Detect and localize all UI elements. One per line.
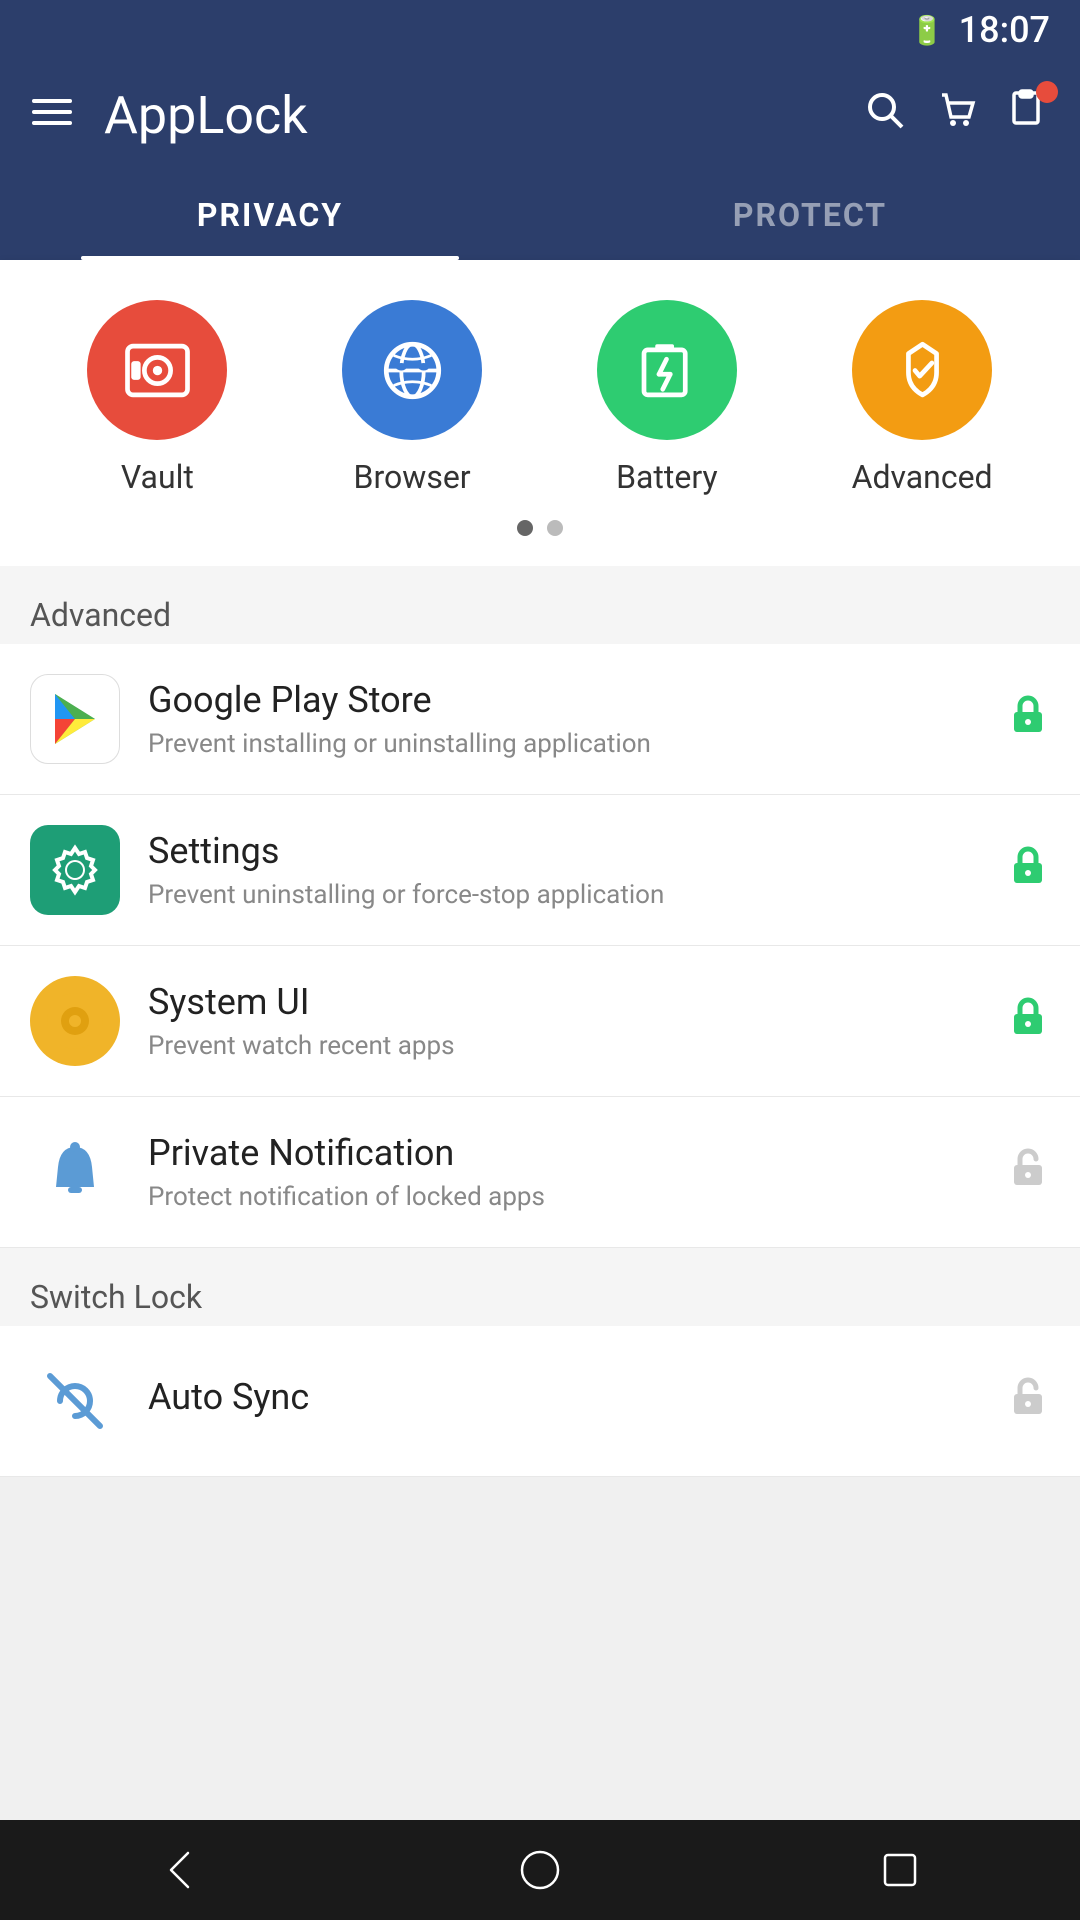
notification-badge: [1036, 81, 1058, 103]
tab-privacy[interactable]: PRIVACY: [0, 170, 540, 260]
system-ui-text: System UI Prevent watch recent apps: [148, 981, 978, 1061]
list-item-private-notification[interactable]: Private Notification Protect notificatio…: [0, 1097, 1080, 1248]
nav-back-button[interactable]: [130, 1820, 230, 1920]
play-store-subtitle: Prevent installing or uninstalling appli…: [148, 729, 978, 759]
browser-card-icon: [342, 300, 482, 440]
tab-protect[interactable]: PROTECT: [540, 170, 1080, 260]
list-item-auto-sync[interactable]: Auto Sync: [0, 1326, 1080, 1477]
play-store-text: Google Play Store Prevent installing or …: [148, 679, 978, 759]
auto-sync-lock-icon[interactable]: [1006, 1374, 1050, 1429]
nav-home-button[interactable]: [490, 1820, 590, 1920]
vault-card-icon: [87, 300, 227, 440]
tab-bar: PRIVACY PROTECT: [0, 170, 1080, 260]
switch-lock-list: Auto Sync: [0, 1326, 1080, 1477]
play-store-lock-icon[interactable]: [1006, 692, 1050, 747]
private-notification-lock-icon[interactable]: [1006, 1145, 1050, 1200]
advanced-list: Google Play Store Prevent installing or …: [0, 644, 1080, 1248]
cart-icon[interactable]: [936, 89, 978, 142]
auto-sync-icon: [30, 1356, 120, 1446]
advanced-label: Advanced: [852, 458, 993, 496]
bottom-navigation: [0, 1820, 1080, 1920]
private-notification-text: Private Notification Protect notificatio…: [148, 1132, 978, 1212]
app-header: AppLock: [0, 60, 1080, 170]
private-notification-title: Private Notification: [148, 1132, 978, 1174]
header-actions: [864, 89, 1050, 142]
play-store-title: Google Play Store: [148, 679, 978, 721]
system-ui-icon: [30, 976, 120, 1066]
auto-sync-text: Auto Sync: [148, 1376, 978, 1426]
system-ui-subtitle: Prevent watch recent apps: [148, 1031, 978, 1061]
app-title: AppLock: [104, 85, 834, 146]
feature-cards-container: Vault Browser: [0, 260, 1080, 566]
vault-label: Vault: [121, 458, 194, 496]
browser-label: Browser: [354, 458, 471, 496]
notification-icon: [30, 1127, 120, 1217]
status-bar: 🔋 18:07: [0, 0, 1080, 60]
search-icon[interactable]: [864, 89, 906, 142]
settings-text: Settings Prevent uninstalling or force-s…: [148, 830, 978, 910]
advanced-section-label: Advanced: [0, 566, 1080, 644]
status-icons: 🔋 18:07: [910, 9, 1050, 51]
profile-icon[interactable]: [1008, 89, 1050, 142]
list-item-google-play-store[interactable]: Google Play Store Prevent installing or …: [0, 644, 1080, 795]
nav-recents-button[interactable]: [850, 1820, 950, 1920]
settings-title: Settings: [148, 830, 978, 872]
battery-label: Battery: [616, 458, 718, 496]
system-ui-title: System UI: [148, 981, 978, 1023]
list-item-system-ui[interactable]: System UI Prevent watch recent apps: [0, 946, 1080, 1097]
settings-subtitle: Prevent uninstalling or force-stop appli…: [148, 880, 978, 910]
auto-sync-title: Auto Sync: [148, 1376, 978, 1418]
feature-card-battery[interactable]: Battery: [597, 300, 737, 496]
status-time: 18:07: [959, 9, 1050, 51]
system-ui-lock-icon[interactable]: [1006, 994, 1050, 1049]
dot-2: [547, 520, 563, 536]
advanced-card-icon: [852, 300, 992, 440]
battery-card-icon: [597, 300, 737, 440]
cards-row: Vault Browser: [30, 300, 1050, 496]
dot-1: [517, 520, 533, 536]
battery-icon: 🔋: [910, 14, 945, 47]
feature-card-vault[interactable]: Vault: [87, 300, 227, 496]
hamburger-menu-icon[interactable]: [30, 90, 74, 141]
settings-lock-icon[interactable]: [1006, 843, 1050, 898]
private-notification-subtitle: Protect notification of locked apps: [148, 1182, 978, 1212]
feature-card-advanced[interactable]: Advanced: [852, 300, 993, 496]
play-store-icon: [30, 674, 120, 764]
settings-icon: [30, 825, 120, 915]
dots-indicator: [30, 520, 1050, 536]
list-item-settings[interactable]: Settings Prevent uninstalling or force-s…: [0, 795, 1080, 946]
feature-card-browser[interactable]: Browser: [342, 300, 482, 496]
switch-lock-section-label: Switch Lock: [0, 1248, 1080, 1326]
